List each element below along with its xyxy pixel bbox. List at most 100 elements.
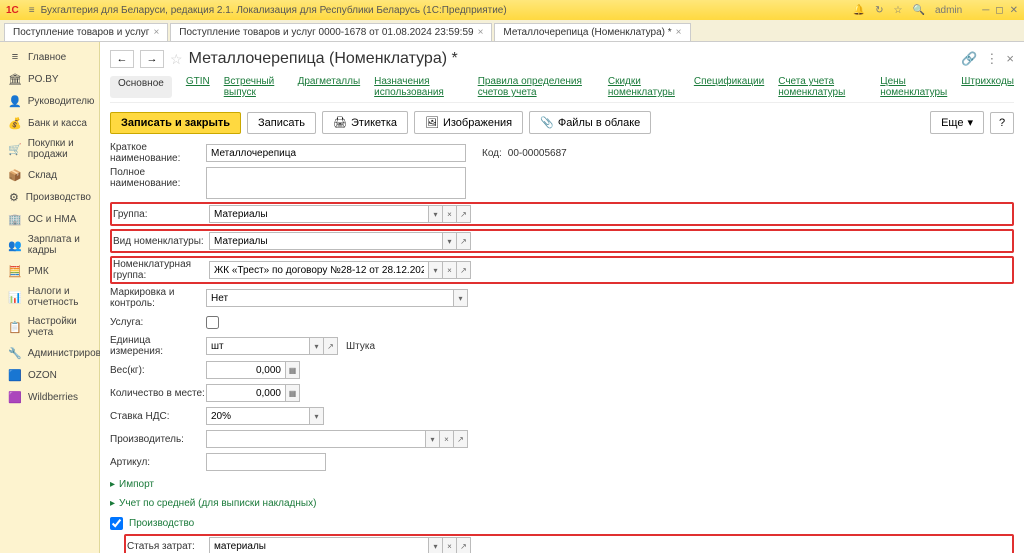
sidebar-item-assets[interactable]: 🏢ОС и НМА — [0, 208, 99, 230]
sidebar-item-main[interactable]: ≡Главное — [0, 46, 99, 68]
open-icon[interactable]: ↗ — [457, 232, 471, 250]
dropdown-icon[interactable]: ▾ — [443, 232, 457, 250]
dropdown-icon[interactable]: ▾ — [429, 261, 443, 279]
article-input[interactable] — [206, 453, 326, 471]
open-icon[interactable]: ↗ — [457, 261, 471, 279]
subtab-main[interactable]: Основное — [110, 76, 172, 98]
production-section[interactable]: Производство — [110, 513, 1014, 534]
clear-icon[interactable]: × — [443, 261, 457, 279]
sidebar-item-manager[interactable]: 👤Руководителю — [0, 90, 99, 112]
subtab-discounts[interactable]: Скидки номенклатуры — [608, 76, 680, 98]
open-icon[interactable]: ↗ — [454, 430, 468, 448]
type-input[interactable] — [209, 232, 443, 250]
subtab-barcodes[interactable]: Штрихкоды — [961, 76, 1014, 98]
history-icon[interactable]: ↻ — [875, 5, 883, 16]
sidebar-item-poby[interactable]: 🏛PO.BY — [0, 68, 99, 90]
more-button[interactable]: Еще ▾ — [930, 111, 984, 134]
cloud-button[interactable]: 📎Файлы в облаке — [529, 111, 651, 134]
subtab-accounts[interactable]: Правила определения счетов учета — [478, 76, 594, 98]
weight-input[interactable] — [206, 361, 286, 379]
favorite-icon[interactable]: ☆ — [170, 51, 183, 68]
full-name-input[interactable] — [206, 167, 466, 199]
dropdown-icon[interactable]: ▾ — [429, 537, 443, 553]
forward-button[interactable]: → — [140, 50, 164, 68]
minimize-icon[interactable]: ─ — [982, 5, 989, 16]
label-button[interactable]: 🖨Этикетка — [322, 111, 408, 134]
subtab-usage[interactable]: Назначения использования — [374, 76, 464, 98]
sidebar-item-ozon[interactable]: 🟦OZON — [0, 364, 99, 386]
close-icon[interactable]: ✕ — [1010, 5, 1018, 16]
subtab-counter[interactable]: Встречный выпуск — [224, 76, 284, 98]
open-icon[interactable]: ↗ — [457, 205, 471, 223]
import-section[interactable]: Импорт — [110, 475, 1014, 494]
dropdown-icon[interactable]: ▾ — [454, 289, 468, 307]
group-input[interactable] — [209, 205, 429, 223]
star-icon[interactable]: ☆ — [894, 5, 903, 16]
app-logo: 1С — [6, 5, 19, 16]
subtab-gtin[interactable]: GTIN — [186, 76, 210, 98]
maximize-icon[interactable]: ◻ — [995, 5, 1003, 16]
subtab-prices[interactable]: Цены номенклатуры — [880, 76, 947, 98]
code-label: Код: — [482, 148, 502, 159]
sidebar-item-production[interactable]: ⚙Производство — [0, 186, 99, 208]
open-icon[interactable]: ↗ — [457, 537, 471, 553]
user-name[interactable]: admin — [935, 5, 962, 16]
close-icon[interactable]: × — [478, 27, 484, 38]
options-icon[interactable]: ⋮ — [985, 51, 998, 67]
close-icon[interactable]: × — [153, 27, 159, 38]
sidebar-item-bank[interactable]: 💰Банк и касса — [0, 112, 99, 134]
link-icon[interactable]: 🔗 — [961, 51, 977, 67]
close-page-icon[interactable]: × — [1006, 51, 1014, 67]
subtab-metals[interactable]: Драгметаллы — [298, 76, 361, 98]
nom-group-input[interactable] — [209, 261, 429, 279]
close-icon[interactable]: × — [676, 27, 682, 38]
subtab-specs[interactable]: Спецификации — [694, 76, 764, 98]
save-button[interactable]: Записать — [247, 112, 316, 134]
tab-1[interactable]: Поступление товаров и услуг× — [4, 23, 168, 41]
cost-item-input[interactable] — [209, 537, 429, 553]
subtab-accounts2[interactable]: Счета учета номенклатуры — [778, 76, 866, 98]
tab-3[interactable]: Металлочерепица (Номенклатура) *× — [494, 23, 690, 41]
app-title: Бухгалтерия для Беларуси, редакция 2.1. … — [41, 5, 853, 16]
sidebar-item-wb[interactable]: 🟪Wildberries — [0, 386, 99, 408]
avg-section[interactable]: Учет по средней (для выписки накладных) — [110, 494, 1014, 513]
dropdown-icon[interactable]: ▾ — [426, 430, 440, 448]
service-checkbox[interactable] — [206, 316, 219, 329]
clear-icon[interactable]: × — [443, 205, 457, 223]
section-label: Импорт — [119, 479, 154, 490]
marking-input[interactable] — [206, 289, 454, 307]
sidebar-item-taxes[interactable]: 📊Налоги и отчетность — [0, 282, 99, 312]
chevron-icon — [110, 498, 115, 509]
unit-input[interactable] — [206, 337, 310, 355]
clear-icon[interactable]: × — [443, 537, 457, 553]
help-button[interactable]: ? — [990, 112, 1014, 134]
clear-icon[interactable]: × — [440, 430, 454, 448]
tab-2[interactable]: Поступление товаров и услуг 0000-1678 от… — [170, 23, 492, 41]
bell-icon[interactable]: 🔔 — [853, 5, 865, 16]
dropdown-icon[interactable]: ▾ — [429, 205, 443, 223]
search-icon[interactable]: 🔍 — [913, 5, 925, 16]
menu-icon[interactable]: ≡ — [29, 5, 35, 16]
sidebar-item-rmk[interactable]: 🧮РМК — [0, 260, 99, 282]
production-checkbox[interactable] — [110, 517, 123, 530]
manufacturer-input[interactable] — [206, 430, 426, 448]
images-button[interactable]: 🖼Изображения — [414, 111, 523, 134]
sidebar-item-settings[interactable]: 📋Настройки учета — [0, 312, 99, 342]
sidebar-item-payroll[interactable]: 👥Зарплата и кадры — [0, 230, 99, 260]
titlebar: 1С ≡ Бухгалтерия для Беларуси, редакция … — [0, 0, 1024, 20]
sidebar-item-warehouse[interactable]: 📦Склад — [0, 164, 99, 186]
sidebar-label: Настройки учета — [28, 316, 91, 338]
sidebar-item-sales[interactable]: 🛒Покупки и продажи — [0, 134, 99, 164]
calc-icon[interactable]: ▦ — [286, 384, 300, 402]
qty-input[interactable] — [206, 384, 286, 402]
back-button[interactable]: ← — [110, 50, 134, 68]
short-name-input[interactable] — [206, 144, 466, 162]
save-close-button[interactable]: Записать и закрыть — [110, 112, 241, 134]
dropdown-icon[interactable]: ▾ — [310, 337, 324, 355]
dropdown-icon[interactable]: ▾ — [310, 407, 324, 425]
vat-input[interactable] — [206, 407, 310, 425]
sidebar-label: Зарплата и кадры — [28, 234, 91, 256]
calc-icon[interactable]: ▦ — [286, 361, 300, 379]
open-icon[interactable]: ↗ — [324, 337, 338, 355]
sidebar-item-admin[interactable]: 🔧Администрирование — [0, 342, 99, 364]
